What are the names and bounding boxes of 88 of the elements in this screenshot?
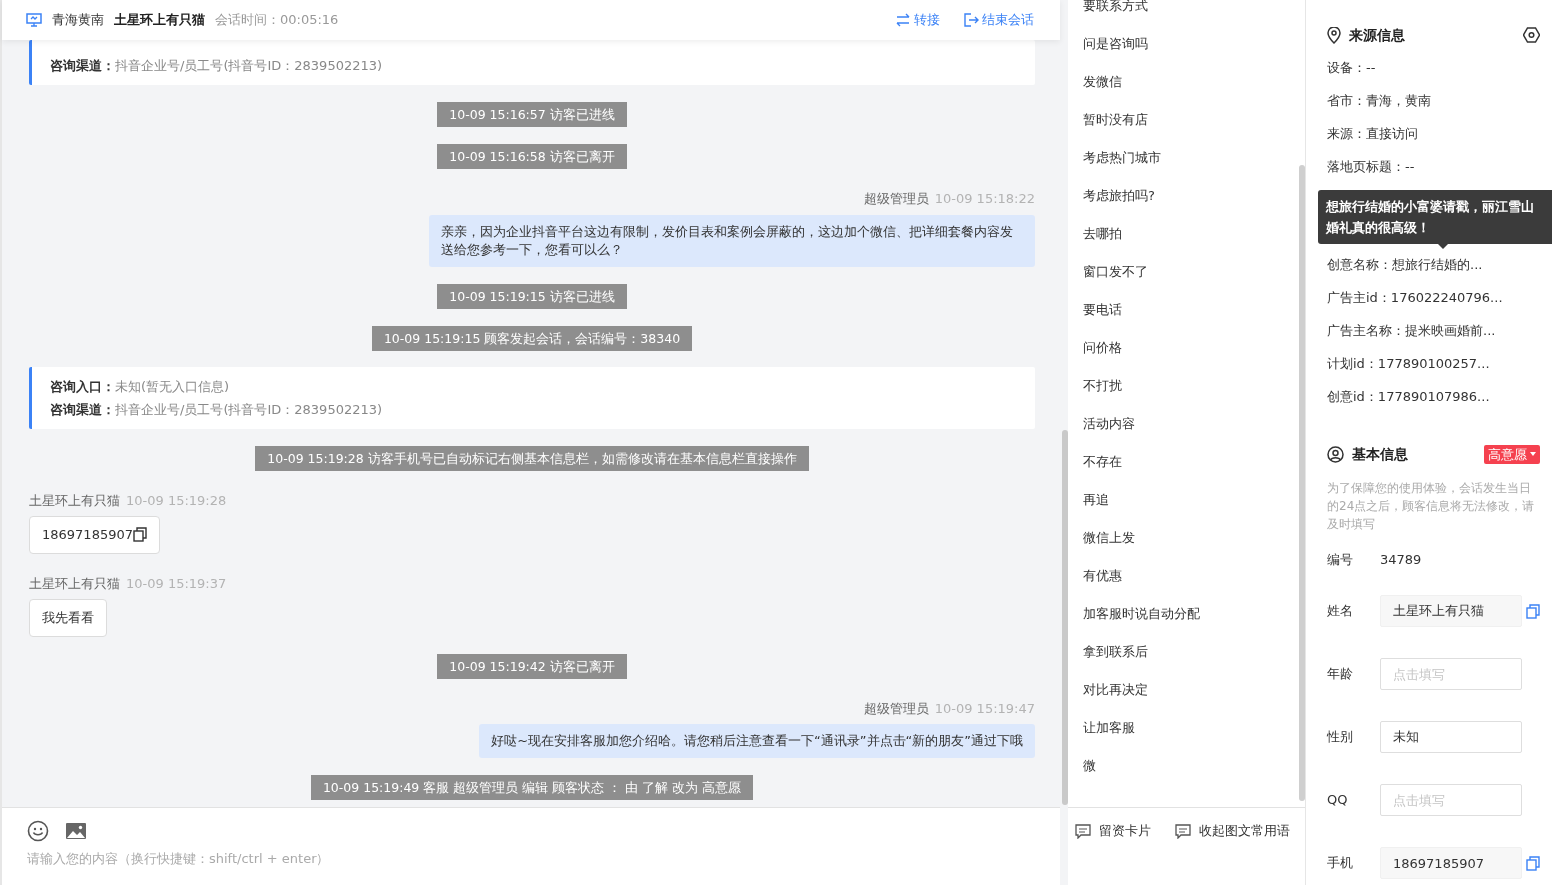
tooltip-line: 婚礼真的很高级！ [1326, 219, 1431, 237]
visitor-name: 土星环上有只猫 [114, 11, 205, 30]
phrase-item[interactable]: 不存在 [1083, 443, 1295, 481]
source-field: 创意id：177890107986... [1327, 380, 1552, 413]
message-bubble: 亲亲，因为企业抖音平台这边有限制，发价目表和案例会屏蔽的，这边加个微信、把详细套餐内容发送给您参考一下，您看可以么？ [429, 214, 1035, 267]
phrase-item[interactable]: 问是咨询吗 [1083, 25, 1295, 63]
field-value: 34789 [1380, 551, 1422, 569]
sender-name: 土星环上有只猫 [29, 491, 120, 510]
session-duration: 会话时间：00:05:16 [215, 11, 339, 30]
source-field: 落地页标题：-- [1327, 150, 1552, 183]
phrase-item[interactable]: 考虑旅拍吗? [1083, 177, 1295, 215]
message-time: 10-09 15:19:28 [126, 491, 227, 510]
input-field[interactable]: 土星环上有只猫 [1380, 595, 1522, 627]
image-icon[interactable] [65, 820, 87, 841]
phrase-item[interactable]: 窗口发不了 [1083, 253, 1295, 291]
info-line: 咨询渠道：抖音企业号/员工号(抖音号ID：2839502213) [50, 57, 384, 75]
phrase-item[interactable]: 暂时没有店 [1083, 101, 1295, 139]
phrase-item[interactable]: 要电话 [1083, 291, 1295, 329]
phrase-item[interactable]: 发微信 [1083, 63, 1295, 101]
source-field: 创意名称：想旅行结婚的... [1327, 248, 1552, 281]
info-line: 咨询渠道：抖音企业号/员工号(抖音号ID：2839502213) [50, 400, 384, 419]
lead-card-button[interactable]: 留资卡片 [1075, 821, 1151, 841]
tooltip-line: 想旅行结婚的小富婆请戳，丽江雪山 [1326, 198, 1535, 216]
system-notice: 10-09 15:19:28 访客手机号已自动标记右侧基本信息栏，如需修改请在基本信息栏直接操作 [255, 445, 809, 471]
phrase-item[interactable]: 微 [1083, 747, 1295, 785]
sender-name: 土星环上有只猫 [29, 574, 120, 593]
location-label: 青海黄南 [52, 11, 104, 30]
sender-name: 超级管理员 [863, 699, 929, 718]
message-input[interactable]: 请输入您的内容（换行快捷键：shift/ctrl + enter） [2, 845, 1060, 885]
source-field: 设备：-- [1327, 51, 1552, 84]
field-label: QQ [1327, 791, 1349, 810]
user-icon [1327, 445, 1344, 463]
input-field[interactable]: 未知 [1380, 721, 1522, 753]
intent-dropdown[interactable]: 高意愿 [1484, 444, 1540, 464]
input-field[interactable]: 18697185907 [1380, 847, 1522, 879]
scrollbar[interactable] [1299, 165, 1305, 801]
exit-icon [964, 13, 979, 27]
phrase-item[interactable]: 有优惠 [1083, 557, 1295, 595]
system-notice: 10-09 15:19:49 客服 超级管理员 编辑 顾客状态 ： 由 了解 改为 高意愿 [310, 775, 754, 800]
system-notice: 10-09 15:19:15 访客已进线 [437, 283, 627, 309]
system-notice: 10-09 15:19:42 访客已离开 [437, 653, 627, 679]
field-label: 年龄 [1327, 665, 1354, 684]
system-notice: 10-09 15:16:57 访客已进线 [437, 102, 627, 127]
emoji-icon[interactable] [27, 819, 49, 842]
message-icon [1075, 823, 1091, 839]
system-notice: 10-09 15:16:58 访客已离开 [437, 144, 627, 169]
source-field: 省市：青海，黄南 [1327, 84, 1552, 117]
location-pin-icon [1327, 26, 1341, 44]
phrase-item[interactable]: 不打扰 [1083, 367, 1295, 405]
copy-icon[interactable] [133, 527, 147, 543]
source-field: 广告主id：176022240796... [1327, 281, 1552, 314]
phrase-item[interactable]: 对比再决定 [1083, 671, 1295, 709]
message-time: 10-09 15:19:47 [934, 699, 1035, 718]
section-title: 基本信息 [1352, 444, 1408, 464]
transfer-button[interactable]: 转接 [895, 10, 940, 30]
sender-name: 超级管理员 [863, 190, 929, 208]
phrase-item[interactable]: 考虑热门城市 [1083, 139, 1295, 177]
field-label: 姓名 [1327, 602, 1354, 621]
notice-text: 为了保障您的使用体验，会话发生当日的24点之后，顾客信息将无法修改，请及时填写 [1327, 480, 1535, 533]
swap-icon [895, 13, 911, 27]
phrase-item[interactable]: 让加客服 [1083, 709, 1295, 747]
system-notice: 10-09 15:19:15 顾客发起会话，会话编号：38340 [371, 325, 693, 351]
message-text: 18697185907 [42, 526, 133, 544]
section-title: 来源信息 [1349, 25, 1405, 45]
message-time: 10-09 15:19:37 [126, 574, 227, 593]
phrase-item[interactable]: 加客服时说自动分配 [1083, 595, 1295, 633]
info-line: 咨询入口：未知(暂无入口信息) [50, 377, 231, 396]
phrase-item[interactable]: 拿到联系后 [1083, 633, 1295, 671]
phrase-item[interactable]: 活动内容 [1083, 405, 1295, 443]
phrase-item[interactable]: 再追 [1083, 481, 1295, 519]
source-field: 来源：直接访问 [1327, 117, 1552, 150]
message-time: 10-09 15:18:22 [934, 190, 1035, 208]
message-icon [1175, 823, 1191, 839]
field-label: 手机 [1327, 854, 1354, 873]
phrase-item[interactable]: 微信上发 [1083, 519, 1295, 557]
settings-icon[interactable] [1523, 27, 1540, 43]
end-session-button[interactable]: 结束会话 [964, 10, 1034, 30]
scrollbar[interactable] [1062, 430, 1068, 805]
field-label: 编号 [1327, 551, 1354, 569]
field-label: 性别 [1327, 728, 1354, 747]
phrase-item[interactable]: 问价格 [1083, 329, 1295, 367]
source-field: 计划id：177890100257... [1327, 347, 1552, 380]
phrase-item[interactable]: 去哪拍 [1083, 215, 1295, 253]
message-bubble: 好哒~现在安排客服加您介绍哈。请您稍后注意查看一下“通讯录”并点击“新的朋友”通过下哦 [479, 724, 1035, 758]
monitor-icon [26, 13, 42, 27]
message-text: 我先看看 [42, 609, 94, 627]
source-field: 广告主名称：提米映画婚前... [1327, 314, 1552, 347]
collapse-phrases-button[interactable]: 收起图文常用语 [1175, 821, 1290, 841]
